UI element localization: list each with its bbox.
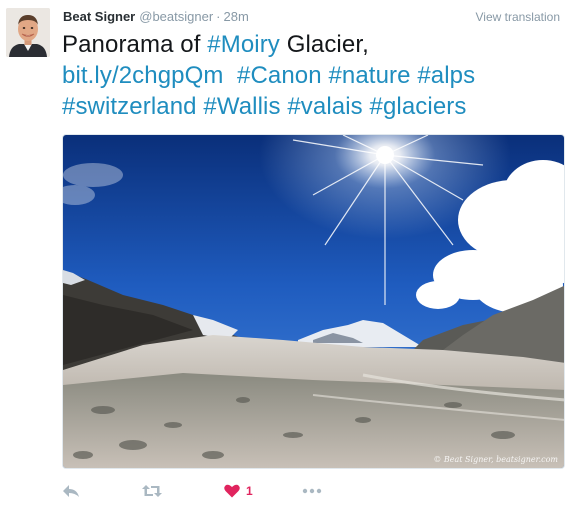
retweet-button[interactable] (142, 480, 162, 502)
separator-dot: · (216, 9, 221, 24)
hashtag-alps[interactable]: #alps (417, 62, 475, 89)
tweet-text-line-2: bit.ly/2chgpQm #Canon #nature #alps (62, 60, 562, 91)
glacier-landscape-image (63, 135, 564, 468)
text-segment: Glacier, (279, 31, 369, 58)
author-name[interactable]: Beat Signer (63, 9, 135, 24)
timestamp[interactable]: 28m (224, 9, 249, 24)
tweet: Beat Signer @beatsigner · 28m View translat… (0, 0, 581, 511)
reply-button[interactable] (62, 480, 80, 502)
photo-watermark: © Beat Signer, beatsigner.com (433, 455, 558, 464)
more-icon (302, 488, 322, 494)
heart-icon (224, 484, 240, 498)
reply-icon (63, 485, 79, 497)
hashtag-moiry[interactable]: #Moiry (207, 31, 280, 58)
hashtag-valais[interactable]: #valais (287, 93, 362, 120)
hashtag-wallis[interactable]: #Wallis (203, 93, 280, 120)
view-translation-link[interactable]: View translation (476, 9, 561, 25)
like-count: 1 (246, 484, 253, 498)
tweet-text-line-1: Panorama of #Moiry Glacier, (62, 29, 562, 60)
hashtag-glaciers[interactable]: #glaciers (370, 93, 467, 120)
like-button[interactable]: 1 (224, 480, 253, 502)
hashtag-canon[interactable]: #Canon (237, 62, 322, 89)
tweet-actions: 1 (62, 480, 362, 502)
tweet-text-line-3: #switzerland #Wallis #valais #glaciers (62, 91, 562, 122)
hashtag-nature[interactable]: #nature (328, 62, 410, 89)
more-options-button[interactable] (302, 480, 322, 502)
short-url-link[interactable]: bit.ly/2chgpQm (62, 62, 223, 89)
text-segment: Panorama of (62, 31, 208, 58)
retweet-icon (142, 485, 162, 497)
author-handle[interactable]: @beatsigner (139, 9, 213, 24)
avatar[interactable] (6, 8, 50, 57)
tweet-photo[interactable]: © Beat Signer, beatsigner.com (62, 134, 565, 469)
hashtag-switzerland[interactable]: #switzerland (62, 93, 197, 120)
avatar-photo (6, 8, 50, 57)
tweet-text: Panorama of #Moiry Glacier, bit.ly/2chgp… (62, 29, 562, 122)
